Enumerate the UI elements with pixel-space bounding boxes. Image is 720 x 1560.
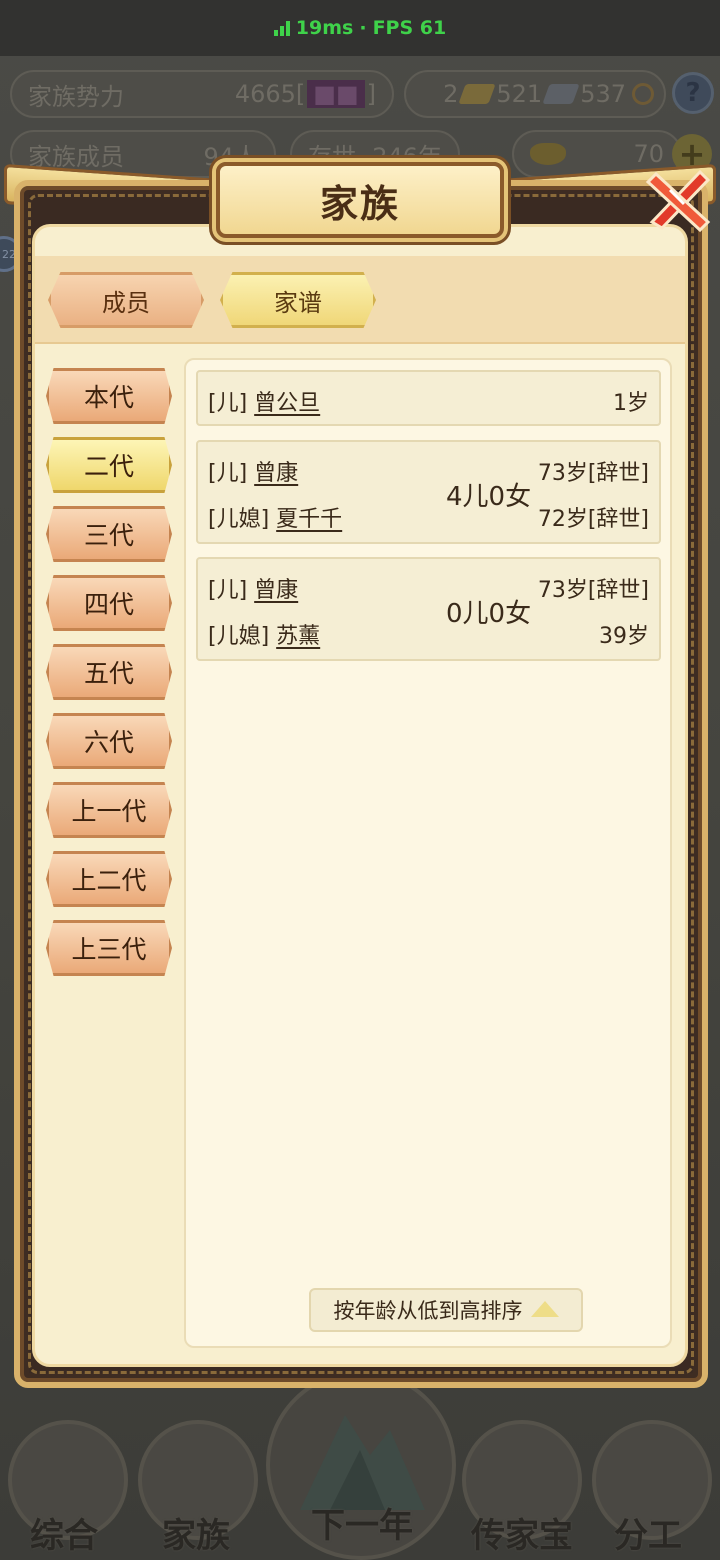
silver-bar-icon — [542, 84, 580, 104]
clan-power-label: 家族势力 — [28, 82, 124, 111]
record-member-line: [儿] 曾康 — [208, 572, 298, 604]
nav-label-treasure[interactable]: 传家宝 — [452, 1508, 592, 1557]
clan-power-pill: 家族势力 4665[■■] — [10, 70, 394, 118]
nav-label-zonghe[interactable]: 综合 — [0, 1508, 134, 1557]
relation-label: [儿] — [208, 578, 248, 603]
tab-genealogy-label: 家谱 — [274, 288, 322, 317]
fps-text: FPS 61 — [372, 17, 447, 39]
ping-text: 19ms — [295, 17, 354, 39]
modal-title: 家族 — [216, 162, 504, 238]
mountain-icon — [300, 1415, 425, 1510]
gen-prev-1[interactable]: 上一代 — [46, 782, 172, 838]
gen-current[interactable]: 本代 — [46, 368, 172, 424]
sort-by-age-button[interactable]: 按年龄从低到高排序 — [309, 1288, 583, 1332]
children-count: 0儿0女 — [446, 599, 532, 629]
gold-value: 521 — [496, 80, 543, 108]
member-age: 73岁[辞世] — [537, 578, 649, 603]
silver-value: 537 — [580, 80, 626, 108]
nav-label-work[interactable]: 分工 — [578, 1508, 718, 1557]
record-spouse-line: [儿媳] 苏薰 — [208, 618, 320, 650]
nav-label-jiazu[interactable]: 家族 — [126, 1508, 266, 1557]
ingot-icon — [530, 143, 566, 165]
relation-label: [儿媳] — [208, 507, 270, 532]
sort-label: 按年龄从低到高排序 — [333, 1299, 523, 1323]
member-name-link[interactable]: 曾公旦 — [254, 391, 320, 416]
rank-tag: ■■ — [307, 80, 365, 108]
member-name-link[interactable]: 曾康 — [254, 578, 298, 603]
gen-prev-3[interactable]: 上三代 — [46, 920, 172, 976]
genealogy-record[interactable]: [儿] 曾康 [儿媳] 苏薰 0儿0女 73岁[辞世] 39岁 — [196, 557, 661, 661]
clan-power-value: 4665 — [234, 80, 296, 108]
signal-icon — [273, 20, 290, 36]
perf-status-bar: 19ms · FPS 61 — [0, 0, 720, 56]
tab-genealogy[interactable]: 家谱 — [220, 272, 376, 328]
genealogy-record[interactable]: [儿] 曾公旦 1岁 — [196, 370, 661, 426]
tab-members-label: 成员 — [102, 288, 150, 317]
question-icon: ? — [685, 78, 701, 108]
sort-ascending-icon — [530, 1301, 559, 1317]
relation-label: [儿] — [208, 391, 248, 416]
gen-prev-2[interactable]: 上二代 — [46, 851, 172, 907]
record-spouse-line: [儿媳] 夏千千 — [208, 501, 342, 533]
nav-label-next-year[interactable]: 下一年 — [292, 1498, 432, 1547]
member-age: 73岁[辞世] — [537, 461, 649, 486]
bracket-close: ] — [366, 80, 376, 108]
spouse-age: 72岁[辞世] — [537, 507, 649, 532]
currency-pill: 2 521 537 — [404, 70, 666, 118]
currency-small: 2 — [443, 80, 459, 108]
bracket-open: [ — [295, 80, 306, 108]
record-member-line: [儿] 曾康 — [208, 455, 298, 487]
genealogy-record[interactable]: [儿] 曾康 [儿媳] 夏千千 4儿0女 73岁[辞世] 72岁[辞世] — [196, 440, 661, 544]
gen-fourth[interactable]: 四代 — [46, 575, 172, 631]
children-count: 4儿0女 — [446, 482, 532, 512]
gen-second[interactable]: 二代 — [46, 437, 172, 493]
spouse-age: 39岁 — [599, 624, 649, 649]
gen-sixth[interactable]: 六代 — [46, 713, 172, 769]
spouse-name-link[interactable]: 苏薰 — [276, 624, 320, 649]
close-button[interactable] — [640, 160, 720, 240]
record-member-line: [儿] 曾公旦 — [208, 385, 320, 417]
spouse-name-link[interactable]: 夏千千 — [276, 507, 342, 532]
relation-label: [儿媳] — [208, 624, 270, 649]
gen-third[interactable]: 三代 — [46, 506, 172, 562]
relation-label: [儿] — [208, 461, 248, 486]
gold-bar-icon — [458, 84, 497, 104]
member-age: 1岁 — [613, 391, 649, 416]
member-name-link[interactable]: 曾康 — [254, 461, 298, 486]
gen-fifth[interactable]: 五代 — [46, 644, 172, 700]
close-icon — [645, 169, 711, 233]
tab-members[interactable]: 成员 — [48, 272, 204, 328]
help-button[interactable]: ? — [672, 72, 714, 114]
coin-icon — [632, 83, 654, 105]
separator: · — [359, 17, 367, 39]
